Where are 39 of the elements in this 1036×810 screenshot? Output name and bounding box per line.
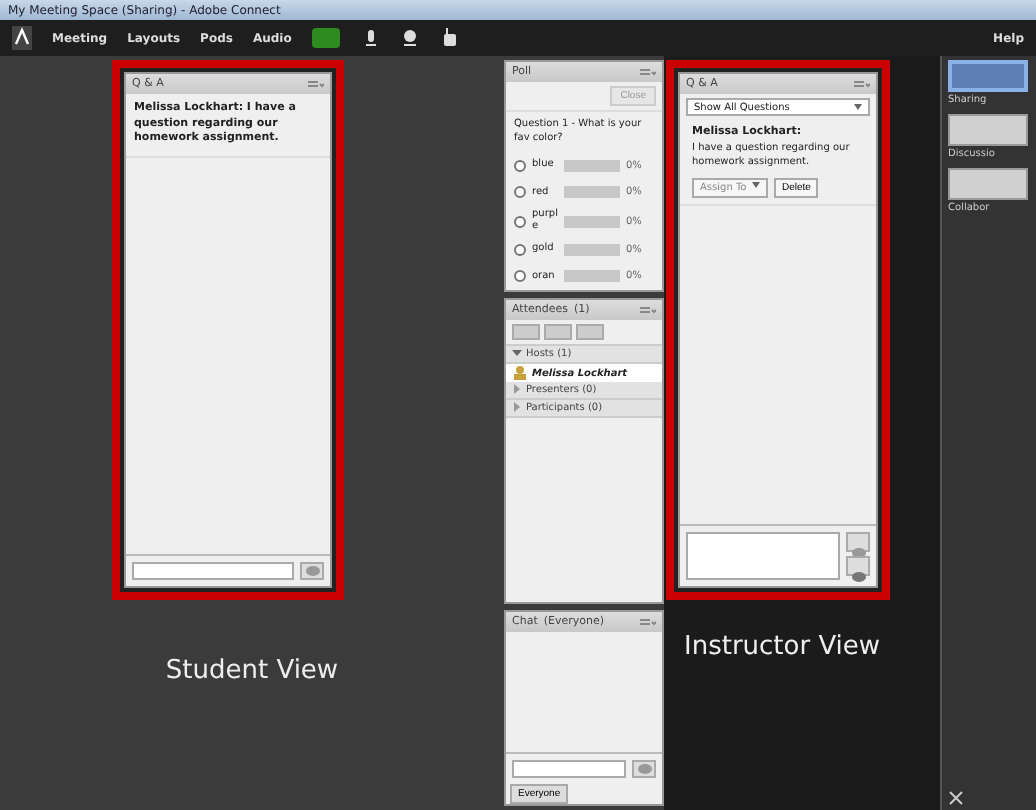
radio-button[interactable] xyxy=(514,215,526,227)
logo-icon xyxy=(12,26,32,50)
result-bar xyxy=(564,159,620,172)
layout-thumbnail[interactable] xyxy=(948,114,1028,146)
send-button[interactable] xyxy=(300,562,324,580)
caret-icon xyxy=(752,182,760,188)
menu-icon xyxy=(640,67,656,77)
menu-icon xyxy=(308,79,324,89)
layout-thumbnail[interactable] xyxy=(948,168,1028,200)
webcam-icon xyxy=(399,28,420,48)
send-button[interactable] xyxy=(846,532,870,552)
send-button[interactable] xyxy=(632,760,656,778)
radio-button[interactable] xyxy=(514,270,526,283)
result-bar xyxy=(564,215,620,227)
menu-icon xyxy=(640,617,656,627)
person-icon xyxy=(514,366,526,380)
caption-text: Student View xyxy=(165,656,339,686)
result-bar xyxy=(564,270,620,283)
speaker-button[interactable] xyxy=(311,28,340,48)
result-bar xyxy=(564,186,620,199)
menu-icon xyxy=(854,79,870,89)
caret-icon xyxy=(854,104,862,110)
caption-text: Instructor View xyxy=(684,632,881,662)
radio-button[interactable] xyxy=(514,159,526,172)
layout-thumbnail[interactable] xyxy=(948,60,1028,92)
hand-icon xyxy=(439,28,460,48)
send-private-button[interactable] xyxy=(846,556,870,576)
chat-input[interactable] xyxy=(512,760,626,778)
speech-bubble-icon xyxy=(637,764,651,774)
speech-bubble-icon xyxy=(305,566,319,576)
radio-button[interactable] xyxy=(514,186,526,199)
message-input[interactable] xyxy=(132,562,294,580)
answer-input[interactable] xyxy=(686,532,840,580)
result-bar xyxy=(564,243,620,256)
view-button[interactable] xyxy=(512,324,540,340)
view-button[interactable] xyxy=(544,324,572,340)
radio-button[interactable] xyxy=(514,243,526,256)
menu-icon xyxy=(640,305,656,315)
view-button[interactable] xyxy=(576,324,604,340)
